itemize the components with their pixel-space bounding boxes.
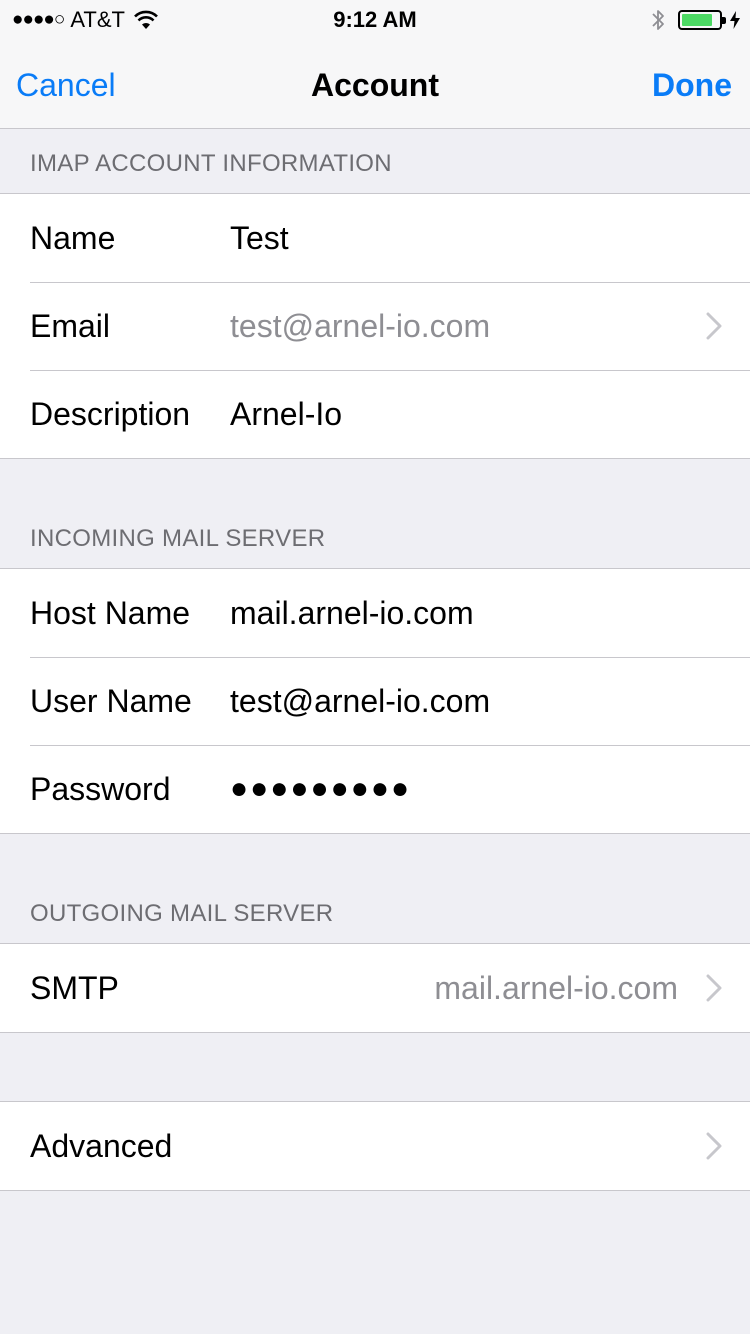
user-name-label: User Name bbox=[30, 683, 192, 719]
incoming-server-group: Host Name mail.arnel-io.com User Name te… bbox=[0, 568, 750, 834]
navigation-bar: Cancel Account Done bbox=[0, 40, 750, 129]
imap-account-group: Name Test Email test@arnel-io.com Descri… bbox=[0, 193, 750, 459]
description-label: Description bbox=[30, 396, 191, 432]
password-label: Password bbox=[30, 771, 171, 807]
name-row[interactable]: Name Test bbox=[0, 194, 750, 282]
description-row[interactable]: Description Arnel-Io bbox=[0, 370, 750, 458]
host-name-row[interactable]: Host Name mail.arnel-io.com bbox=[0, 569, 750, 657]
smtp-label: SMTP bbox=[30, 970, 119, 1006]
user-name-field[interactable]: test@arnel-io.com bbox=[230, 657, 490, 745]
section-header-incoming: INCOMING MAIL SERVER bbox=[30, 525, 326, 552]
charging-bolt-icon bbox=[730, 11, 740, 29]
status-bar: ●●●●○ AT&T 9:12 AM bbox=[0, 0, 750, 40]
status-bar-right bbox=[650, 8, 740, 32]
page-title: Account bbox=[311, 67, 439, 103]
name-field[interactable]: Test bbox=[230, 194, 289, 282]
chevron-right-icon bbox=[706, 974, 722, 1002]
battery-icon bbox=[678, 10, 726, 30]
email-row[interactable]: Email test@arnel-io.com bbox=[0, 282, 750, 370]
chevron-right-icon bbox=[706, 1132, 722, 1160]
battery-nub bbox=[722, 17, 726, 24]
section-header-outgoing: OUTGOING MAIL SERVER bbox=[30, 900, 334, 927]
advanced-row[interactable]: Advanced bbox=[0, 1102, 750, 1190]
host-name-label: Host Name bbox=[30, 595, 191, 631]
host-name-field[interactable]: mail.arnel-io.com bbox=[230, 569, 474, 657]
password-field[interactable]: ●●●●●●●●● bbox=[230, 745, 411, 833]
email-value: test@arnel-io.com bbox=[230, 308, 491, 344]
password-row[interactable]: Password ●●●●●●●●● bbox=[0, 745, 750, 833]
bluetooth-icon bbox=[652, 10, 664, 30]
status-time: 9:12 AM bbox=[333, 7, 417, 32]
description-field[interactable]: Arnel-Io bbox=[230, 370, 342, 458]
smtp-row[interactable]: SMTP mail.arnel-io.com bbox=[0, 944, 750, 1032]
advanced-group: Advanced bbox=[0, 1101, 750, 1191]
chevron-right-icon bbox=[706, 312, 722, 340]
email-label: Email bbox=[30, 308, 111, 344]
outgoing-server-group: SMTP mail.arnel-io.com bbox=[0, 943, 750, 1033]
battery-level-fill bbox=[682, 14, 712, 26]
advanced-label: Advanced bbox=[30, 1128, 173, 1164]
done-button[interactable]: Done bbox=[652, 66, 732, 104]
smtp-value: mail.arnel-io.com bbox=[434, 970, 678, 1006]
section-header-imap: IMAP ACCOUNT INFORMATION bbox=[30, 150, 392, 177]
name-label: Name bbox=[30, 220, 116, 256]
user-name-row[interactable]: User Name test@arnel-io.com bbox=[0, 657, 750, 745]
